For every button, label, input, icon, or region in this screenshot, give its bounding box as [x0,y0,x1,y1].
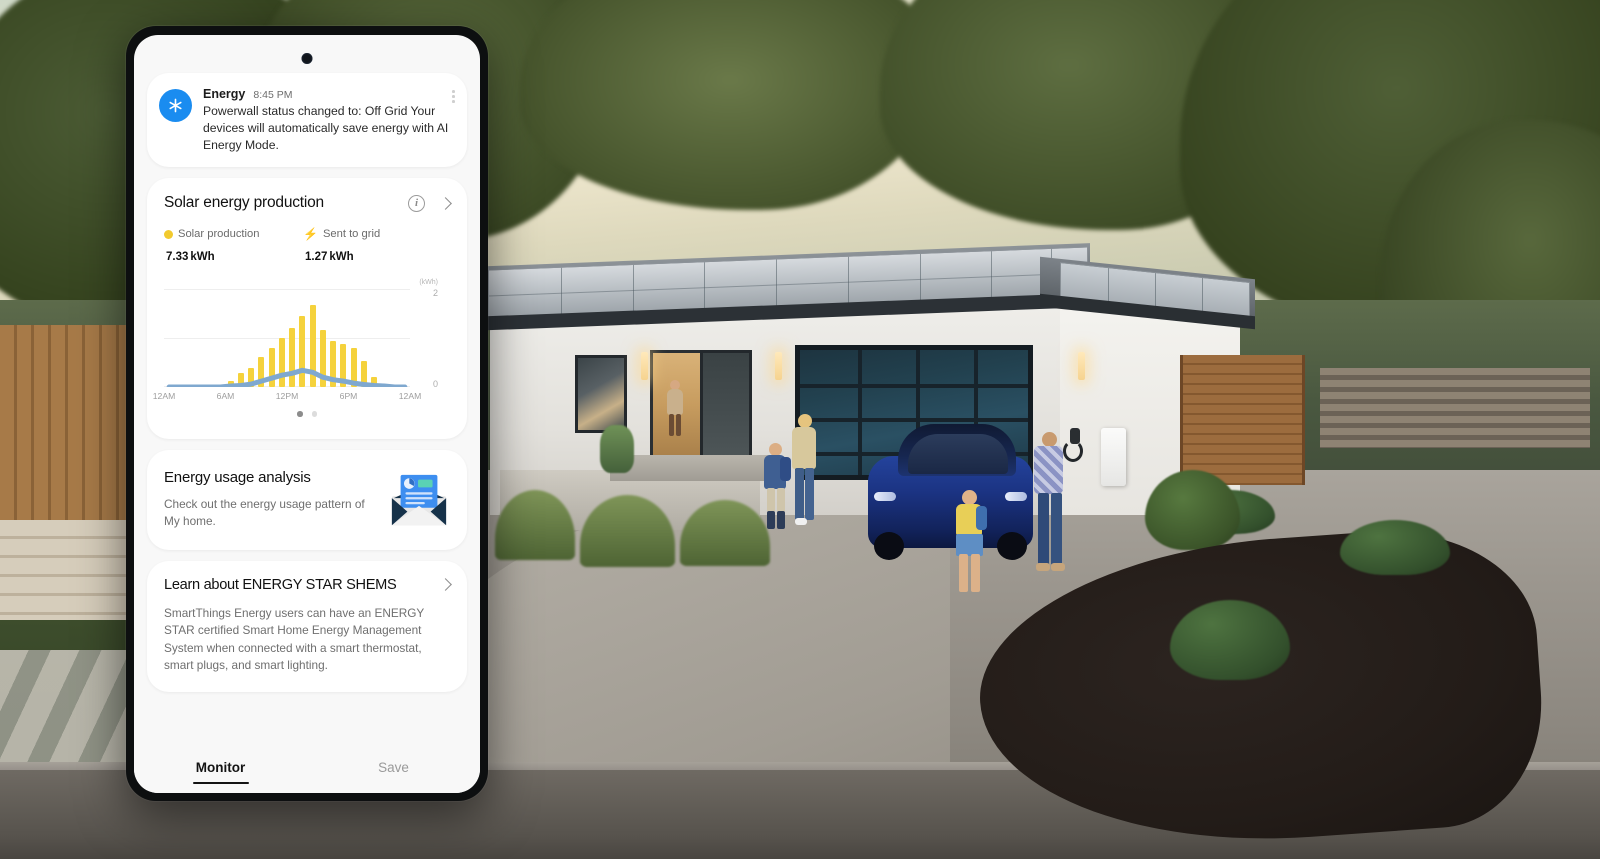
metric-value-row: 7.33 kWh [164,242,303,266]
metric-label: Sent to grid [322,228,381,241]
energy-usage-analysis-card[interactable]: Energy usage analysis Check out the ener… [147,449,467,550]
metric-label-row: Solar production [164,228,303,240]
info-icon[interactable]: i [408,194,425,212]
wall-sconce [641,352,648,380]
phone-screen: Energy 8:45 PM Powerwall status changed … [134,35,480,793]
usage-card-title: Energy usage analysis [164,468,311,486]
x-axis-tick-label: 6PM [339,391,358,402]
metric-sent-to-grid: ⚡ Sent to grid 1.27 kWh [303,228,442,266]
phone-device: Energy 8:45 PM Powerwall status changed … [126,26,488,801]
notification-time: 8:45 PM [253,89,293,101]
solar-card-inner: Solar energy production i Solar producti… [147,178,467,439]
metric-value: 7.33 [166,251,189,264]
solar-chart: (kWh) 2 0 12AM 6AM 12PM 6PM 12AM [153,279,450,401]
chevron-right-icon[interactable] [439,197,452,210]
powerwall-battery [1101,428,1126,486]
notification-text: Energy 8:45 PM Powerwall status changed … [203,87,453,153]
x-axis-tick-label: 12AM [152,391,176,402]
y-axis-min: 0 [432,379,438,390]
metric-unit: kWh [190,251,215,264]
kebab-menu-icon[interactable] [449,87,458,106]
chart-plot-area [164,289,410,388]
y-axis-max: 2 [432,288,438,299]
front-steps [610,455,770,481]
car-wheel [874,532,904,560]
y-axis-unit: (kWh) [419,279,438,287]
notification-body: Powerwall status changed to: Off Grid Yo… [203,104,449,152]
metric-label: Solar production [178,228,260,241]
horizontal-slat-fence [1320,368,1590,448]
solar-metrics: Solar production 7.33kWh ⚡ Sent to grid [164,228,450,266]
metric-solar-production: Solar production 7.33 kWh [164,228,303,266]
entry-sidelight [700,350,752,460]
pagination-dot[interactable] [297,411,303,417]
energy-star-description: SmartThings Energy users can have an ENE… [164,605,425,672]
active-tab-indicator [192,782,249,784]
x-axis-tick-label: 6AM [216,391,235,402]
metric-value: 1.27 [305,251,328,264]
wall-sconce [1078,352,1085,380]
sun-icon [164,229,173,239]
usage-card-description: Check out the energy usage pattern of My… [164,496,365,528]
electric-car [868,420,1033,562]
notification-app-name: Energy [203,87,246,101]
chart-line-series [164,289,410,387]
tab-monitor[interactable]: Monitor [134,741,307,793]
app-content: Energy 8:45 PM Powerwall status changed … [134,35,480,693]
x-axis-tick-label: 12AM [398,391,422,402]
solar-card-title: Solar energy production [164,194,324,212]
energy-star-header: Learn about ENERGY STAR SHEMS [164,576,452,593]
backpack [780,457,791,481]
notification-card[interactable]: Energy 8:45 PM Powerwall status changed … [147,73,467,168]
bolt-icon: ⚡ [303,227,318,242]
usage-text: Energy usage analysis Check out the ener… [164,469,388,530]
backpack [976,506,987,530]
report-envelope-icon [388,469,450,531]
chevron-right-icon[interactable] [439,578,452,592]
person-in-doorway [665,380,685,438]
solar-energy-card[interactable]: Solar energy production i Solar producti… [147,178,467,439]
car-headlight [1005,492,1027,501]
energy-star-title: Learn about ENERGY STAR SHEMS [164,576,397,593]
front-camera [301,53,313,64]
car-windshield [908,434,1008,474]
person-boy [762,443,791,533]
pagination-dot[interactable] [311,411,317,417]
person-girl [952,490,988,602]
tab-monitor-label: Monitor [195,759,246,775]
x-axis-tick-label: 12PM [275,391,299,402]
car-headlight [874,492,896,501]
ev-charger-cable [1063,440,1083,462]
solar-card-header: Solar energy production i [164,194,452,212]
cactus [600,425,634,473]
tab-save-label: Save [378,759,409,775]
wall-sconce [775,352,782,380]
wood-gate [1180,355,1305,485]
person-woman [789,414,819,528]
chart-x-axis: 12AM 6AM 12PM 6PM 12AM [153,391,421,405]
asterisk-icon [159,89,192,122]
chart-y-axis: (kWh) 2 0 [412,279,450,390]
bottom-tab-bar: Monitor Save [134,741,480,793]
metric-unit: kWh [329,251,354,264]
metric-value-row: 1.27 kWh [303,242,442,266]
person-man [1032,432,1066,578]
car-wheel [997,532,1027,560]
energy-star-card[interactable]: Learn about ENERGY STAR SHEMS SmartThing… [147,560,467,693]
house-window [575,355,627,433]
tab-save[interactable]: Save [307,741,480,793]
metric-label-row: ⚡ Sent to grid [303,228,442,240]
notification-header: Energy 8:45 PM [203,87,453,101]
